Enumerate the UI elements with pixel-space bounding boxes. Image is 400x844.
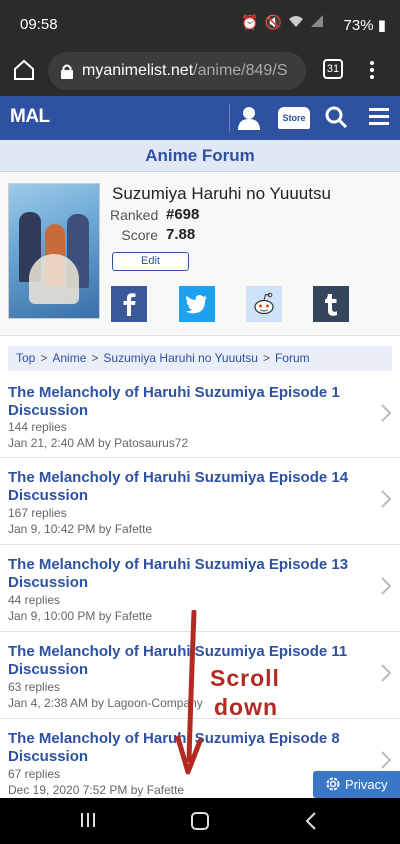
- gear-icon: [326, 777, 340, 791]
- battery-icon: ▮: [377, 17, 386, 34]
- status-time: 09:58: [20, 16, 58, 33]
- nav-home-icon[interactable]: [191, 812, 209, 830]
- breadcrumb: Top > Anime > Suzumiya Haruhi no Yuuutsu > For…: [8, 346, 392, 371]
- topic-replies: 167 replies: [8, 506, 67, 520]
- anime-title[interactable]: Suzumiya Haruhi no Yuuutsu: [112, 184, 331, 204]
- tumblr-icon[interactable]: [313, 286, 349, 322]
- chevron-right-icon: [381, 490, 392, 508]
- anime-cover-image[interactable]: [8, 183, 100, 319]
- breadcrumb-separator: >: [262, 351, 270, 365]
- topic-title[interactable]: The Melancholy of Haruhi Suzumiya Episod…: [8, 556, 368, 592]
- battery-level: 73% ▮: [343, 17, 386, 34]
- wifi-icon: [288, 14, 304, 31]
- store-button[interactable]: Store: [278, 107, 310, 129]
- mute-icon: 🔇: [264, 14, 282, 30]
- search-icon[interactable]: [325, 106, 347, 128]
- topic-title[interactable]: The Melancholy of Haruhi Suzumiya Episod…: [8, 469, 368, 505]
- url-host: myanimelist.net: [82, 62, 194, 79]
- scroll-down-arrow: [175, 610, 202, 775]
- annotation-line-1: Scroll: [210, 665, 280, 691]
- breadcrumb-series[interactable]: Suzumiya Haruhi no Yuuutsu: [103, 351, 258, 365]
- facebook-icon[interactable]: [111, 286, 147, 322]
- topic-row[interactable]: The Melancholy of Haruhi Suzumiya Episod…: [0, 376, 400, 458]
- status-icons: ⏰ 🔇: [241, 14, 324, 31]
- reddit-icon[interactable]: [246, 286, 282, 322]
- chevron-right-icon: [381, 751, 392, 769]
- ranked-label: Ranked: [110, 207, 159, 223]
- home-icon[interactable]: [12, 58, 36, 82]
- back-icon[interactable]: [305, 812, 317, 830]
- topic-replies: 144 replies: [8, 420, 67, 434]
- tab-switcher-button[interactable]: 31: [323, 59, 343, 79]
- topic-replies: 67 replies: [8, 767, 61, 781]
- breadcrumb-top[interactable]: Top: [16, 351, 35, 365]
- breadcrumb-anime[interactable]: Anime: [52, 351, 86, 365]
- privacy-button[interactable]: Privacy: [313, 771, 400, 798]
- breadcrumb-forum[interactable]: Forum: [275, 351, 310, 365]
- topic-replies: 44 replies: [8, 593, 61, 607]
- chevron-right-icon: [381, 664, 392, 682]
- system-nav-bar: [0, 798, 400, 844]
- header-divider: [229, 104, 230, 132]
- lock-icon: [61, 64, 73, 79]
- breadcrumb-separator: >: [40, 351, 48, 365]
- recent-apps-icon[interactable]: [80, 813, 96, 827]
- hamburger-menu-icon[interactable]: [369, 108, 389, 126]
- score-value: 7.88: [166, 226, 196, 243]
- page-title: Anime Forum: [145, 146, 255, 165]
- user-icon[interactable]: [238, 106, 260, 130]
- chevron-right-icon: [381, 404, 392, 422]
- ranked-value: #698: [166, 206, 200, 223]
- url-bar[interactable]: myanimelist.net/anime/849/S: [48, 52, 306, 90]
- privacy-label: Privacy: [345, 777, 388, 792]
- topic-last-post: Jan 21, 2:40 AM by Patosaurus72: [8, 436, 189, 450]
- topic-row[interactable]: The Melancholy of Haruhi Suzumiya Episod…: [0, 458, 400, 545]
- anime-info-panel: Suzumiya Haruhi no Yuuutsu Ranked #698 S…: [0, 172, 400, 336]
- browser-menu-icon[interactable]: [367, 58, 377, 84]
- status-bar: 09:58 ⏰ 🔇 73% ▮: [0, 0, 400, 48]
- site-header: MAL Store: [0, 96, 400, 140]
- alarm-icon: ⏰: [241, 14, 259, 30]
- topic-last-post: Dec 19, 2020 7:52 PM by Fafette: [8, 783, 185, 797]
- mal-logo[interactable]: MAL: [10, 106, 50, 128]
- annotation-line-2: down: [214, 694, 279, 720]
- topic-replies: 63 replies: [8, 680, 61, 694]
- signal-icon: [310, 14, 324, 31]
- topic-last-post: Jan 9, 10:42 PM by Fafette: [8, 522, 153, 536]
- browser-toolbar: myanimelist.net/anime/849/S 31: [0, 48, 400, 96]
- score-label: Score: [121, 227, 158, 243]
- topic-title[interactable]: The Melancholy of Haruhi Suzumiya Episod…: [8, 384, 368, 420]
- edit-button[interactable]: Edit: [112, 252, 189, 271]
- url-path: /anime/849/S: [193, 62, 288, 79]
- breadcrumb-separator: >: [91, 351, 99, 365]
- forum-title-bar: Anime Forum: [0, 140, 400, 172]
- twitter-icon[interactable]: [179, 286, 215, 322]
- chevron-right-icon: [381, 577, 392, 595]
- scroll-down-annotation: Scroll down: [210, 664, 280, 722]
- topic-last-post: Jan 9, 10:00 PM by Fafette: [8, 609, 153, 623]
